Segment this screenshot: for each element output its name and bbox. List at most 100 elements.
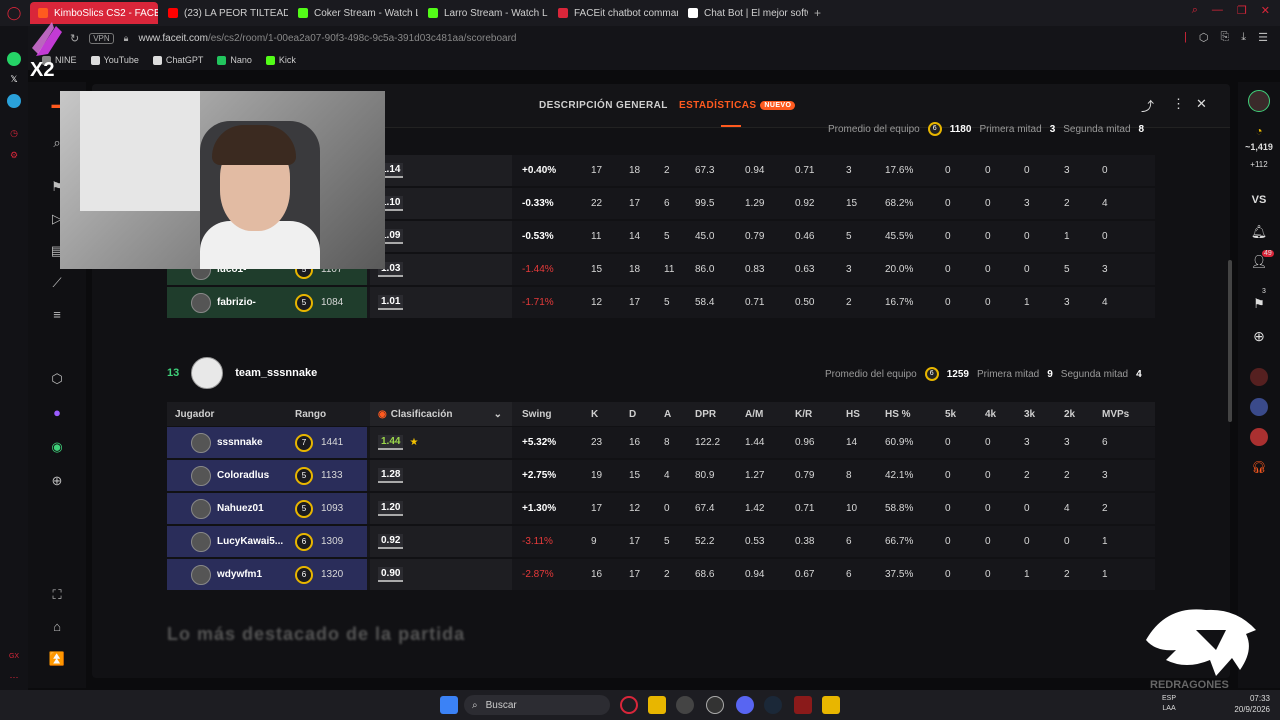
col-k[interactable]: K xyxy=(591,402,598,426)
col-am[interactable]: A/M xyxy=(745,402,763,426)
friend-avatar-3[interactable] xyxy=(1238,428,1280,446)
col-k2[interactable]: 2k xyxy=(1064,402,1075,426)
x-twitter-icon[interactable]: 𝕏 xyxy=(7,72,21,86)
table-row[interactable]: fabrizio- 5 1084 1.01 -1.71% 12 17 5 58.4 0.71 0.5… xyxy=(167,287,1155,318)
party-icon[interactable]: ⚑ 3 xyxy=(1238,288,1280,312)
player-name[interactable]: fabrizio- xyxy=(217,297,256,308)
discord-icon[interactable] xyxy=(736,696,754,714)
app-icon-1[interactable] xyxy=(676,696,694,714)
avatar[interactable] xyxy=(191,465,211,486)
col-d[interactable]: D xyxy=(629,402,636,426)
col-k4[interactable]: 4k xyxy=(985,402,996,426)
col-hs[interactable]: HS xyxy=(846,402,860,426)
col-mvps[interactable]: MVPs xyxy=(1102,402,1129,426)
scan-icon[interactable]: ⛶ xyxy=(48,586,66,604)
team2-avatar[interactable] xyxy=(191,357,224,389)
avatar[interactable] xyxy=(191,432,211,453)
clock[interactable]: 07:33 20/9/2026 xyxy=(1234,693,1270,715)
avatar[interactable] xyxy=(191,292,211,313)
whatsapp-icon[interactable] xyxy=(7,52,21,66)
search-tabs-icon[interactable]: ⌕ xyxy=(1192,4,1198,17)
taskbar-search[interactable]: ⌕ Buscar xyxy=(464,695,610,715)
player-name[interactable]: wdywfm1 xyxy=(217,569,262,580)
add-icon[interactable]: ⊕ xyxy=(48,472,66,490)
table-row[interactable]: wdywfm1 6 1320 0.90 -2.87% 16 17 2 68.6 0.94 0.67 6… xyxy=(167,559,1155,590)
stats-chart-icon[interactable]: ⟋ xyxy=(48,274,66,292)
col-a[interactable]: A xyxy=(664,402,671,426)
app-icon-3[interactable] xyxy=(794,696,812,714)
bookmark-3[interactable]: Nano xyxy=(217,55,252,65)
avatar[interactable] xyxy=(191,531,211,552)
versus-label[interactable]: VS xyxy=(1238,194,1280,206)
avatar[interactable] xyxy=(191,564,211,585)
maximize-icon[interactable]: ❐ xyxy=(1237,4,1247,17)
club-badge-icon[interactable]: ◉ xyxy=(48,438,66,456)
kebab-menu-icon[interactable]: ⋮ xyxy=(1172,96,1185,112)
new-tab-button[interactable]: + xyxy=(814,6,821,20)
app-icon-2[interactable] xyxy=(706,696,724,714)
missions-icon[interactable]: ⬡ xyxy=(48,370,66,388)
avatar[interactable] xyxy=(191,498,211,519)
table-row[interactable]: Nahuez01 5 1093 1.20 +1.30% 17 12 0 67.4 1.42 0.71… xyxy=(167,493,1155,524)
gx-icon[interactable]: GX xyxy=(7,650,21,664)
bookmark-2[interactable]: ChatGPT xyxy=(152,55,203,65)
more-icon[interactable]: ⋯ xyxy=(7,670,21,684)
start-icon[interactable] xyxy=(440,696,458,714)
scrollbar[interactable] xyxy=(1228,260,1232,422)
col-hsp[interactable]: HS % xyxy=(885,402,911,426)
list-icon[interactable]: ≡ xyxy=(48,306,66,324)
extensions-icon[interactable]: ⬡ xyxy=(1199,31,1209,44)
table-row[interactable]: LucyKawai5... 6 1309 0.92 -3.11% 9 17 5 52.2 0.53… xyxy=(167,526,1155,557)
browser-tab-5[interactable]: Chat Bot | El mejor software xyxy=(680,2,808,24)
history-icon[interactable]: ◷ xyxy=(7,126,21,140)
bookmark-4[interactable]: Kick xyxy=(265,55,296,65)
file-explorer-icon[interactable] xyxy=(648,696,666,714)
opera-logo-icon[interactable]: ◯ xyxy=(0,2,28,24)
col-k5[interactable]: 5k xyxy=(945,402,956,426)
basket-icon[interactable]: ⌂ xyxy=(48,618,66,636)
reload-icon[interactable]: ↻ xyxy=(70,32,79,45)
notifications-icon[interactable]: 🔔︎ xyxy=(1238,224,1280,240)
tab-general[interactable]: DESCRIPCIÓN GENERAL xyxy=(539,100,668,111)
friend-avatar-1[interactable] xyxy=(1238,368,1280,386)
settings-gear-icon[interactable]: ⚙ xyxy=(7,148,21,162)
twitch-icon[interactable]: ● xyxy=(48,404,66,422)
language-indicator[interactable]: ESP LAA xyxy=(1162,694,1176,714)
player-name[interactable]: Nahuez01 xyxy=(217,503,264,514)
minimize-icon[interactable]: — xyxy=(1212,4,1223,17)
browser-tab-2[interactable]: Coker Stream - Watch Live xyxy=(290,2,418,24)
col-rating[interactable]: ◉ Clasificación ⌄ xyxy=(370,402,512,426)
steam-icon[interactable] xyxy=(764,696,782,714)
col-rank[interactable]: Rango xyxy=(295,402,326,426)
rank-up-icon[interactable]: ⏫ xyxy=(48,650,66,668)
download-icon[interactable]: ⤓ xyxy=(1241,31,1246,44)
browser-tab-3[interactable]: Larro Stream - Watch Live xyxy=(420,2,548,24)
opera-gx-icon[interactable] xyxy=(620,696,638,714)
player-name[interactable]: LucyKawai5... xyxy=(217,536,283,547)
share-icon[interactable]: ⤴ xyxy=(1141,96,1154,115)
close-icon[interactable]: ✕ xyxy=(1196,96,1207,112)
col-k3[interactable]: 3k xyxy=(1024,402,1035,426)
friends-icon[interactable]: 👤︎ 49 xyxy=(1238,250,1280,270)
app-icon-4[interactable] xyxy=(822,696,840,714)
url-field[interactable]: www.faceit.com/es/cs2/room/1-00ea2a07-90… xyxy=(138,33,516,44)
team2-name[interactable]: team_sssnnake xyxy=(235,367,317,379)
col-swing[interactable]: Swing xyxy=(522,402,551,426)
col-dpr[interactable]: DPR xyxy=(695,402,716,426)
profile-avatar[interactable] xyxy=(1238,90,1280,112)
col-kr[interactable]: K/R xyxy=(795,402,812,426)
browser-tab-1[interactable]: (23) LA PEOR TILTEADA D xyxy=(160,2,288,24)
bookmark-1[interactable]: YouTube xyxy=(90,55,139,65)
close-window-icon[interactable]: ✕ xyxy=(1261,4,1270,17)
add-friend-icon[interactable]: ⊕ xyxy=(1238,328,1280,345)
player-name[interactable]: sssnnake xyxy=(217,437,263,448)
table-row[interactable]: Coloradlus 5 1133 1.28 +2.75% 19 15 4 80.9 1.27 0.… xyxy=(167,460,1155,491)
col-player[interactable]: Jugador xyxy=(175,402,214,426)
table-row[interactable]: sssnnake 7 1441 1.44 ★ +5.32% 23 16 8 122.2 1.44 0.… xyxy=(167,427,1155,458)
player-name[interactable]: Coloradlus xyxy=(217,470,269,481)
snapshot-icon[interactable]: ⎘ xyxy=(1220,31,1229,44)
headset-icon[interactable]: 🎧︎ xyxy=(1238,460,1280,474)
vpn-badge[interactable]: VPN xyxy=(89,32,114,44)
telegram-icon[interactable] xyxy=(7,94,21,108)
tab-stats[interactable]: ESTADÍSTICAS NUEVO xyxy=(679,100,796,111)
